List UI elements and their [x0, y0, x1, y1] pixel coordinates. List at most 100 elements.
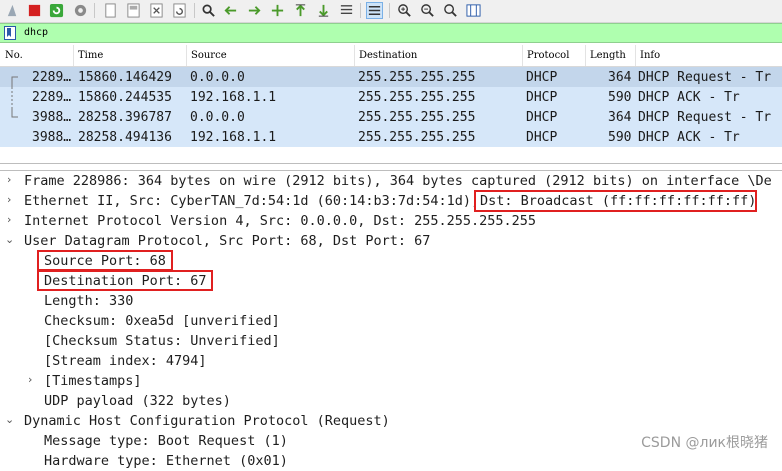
restart-capture-icon[interactable]: [48, 2, 65, 19]
tree-text-checksum: Checksum: 0xea5d [unverified]: [44, 313, 280, 329]
find-packet-icon[interactable]: [200, 2, 217, 19]
tree-row-checksum-status[interactable]: [Checksum Status: Unverified]: [0, 331, 782, 351]
expand-arrow-icon[interactable]: ›: [7, 173, 11, 186]
expand-arrow-icon[interactable]: ›: [28, 373, 32, 386]
cell-no: 2289…: [32, 90, 72, 105]
column-info[interactable]: Info: [640, 50, 660, 61]
packet-row[interactable]: 2289… 15860.244535 192.168.1.1 255.255.2…: [0, 87, 782, 107]
related-packet-icon: [11, 107, 18, 118]
tree-row-udp-payload[interactable]: UDP payload (322 bytes): [0, 391, 782, 411]
tree-text-timestamps: [Timestamps]: [44, 373, 142, 389]
cell-length: 364: [608, 70, 632, 85]
related-packet-icon: [11, 76, 18, 87]
cell-length: 590: [608, 90, 632, 105]
tree-text-ip: Internet Protocol Version 4, Src: 0.0.0.…: [24, 213, 537, 229]
go-last-icon[interactable]: [315, 2, 332, 19]
cell-source: 192.168.1.1: [190, 90, 277, 105]
cell-source: 192.168.1.1: [190, 130, 277, 145]
stop-capture-icon[interactable]: [26, 2, 43, 19]
save-file-icon[interactable]: [125, 2, 142, 19]
cell-protocol: DHCP: [526, 130, 558, 145]
column-destination[interactable]: Destination: [359, 50, 417, 61]
highlight-destination-port: [37, 270, 213, 291]
cell-info: DHCP ACK - Tr: [638, 90, 740, 105]
bookmark-icon[interactable]: [4, 26, 16, 40]
column-protocol[interactable]: Protocol: [527, 50, 569, 61]
open-file-icon[interactable]: [102, 2, 119, 19]
main-toolbar: [0, 0, 782, 23]
cell-time: 15860.244535: [78, 90, 172, 105]
display-filter-bar: dhcp: [0, 23, 782, 43]
go-to-packet-icon[interactable]: [269, 2, 286, 19]
tree-row-length[interactable]: Length: 330: [0, 291, 782, 311]
packet-details-tree: › Frame 228986: 364 bytes on wire (2912 …: [0, 170, 782, 469]
cell-destination: 255.255.255.255: [358, 90, 476, 105]
cell-time: 28258.494136: [78, 130, 172, 145]
tree-row-hardware-type[interactable]: Hardware type: Ethernet (0x01): [0, 451, 782, 471]
packet-list: No. Time Source Destination Protocol Len…: [0, 45, 782, 164]
cell-time: 15860.146429: [78, 70, 172, 85]
packet-row[interactable]: 3988… 28258.494136 192.168.1.1 255.255.2…: [0, 127, 782, 147]
cell-info: DHCP Request - Tr: [638, 110, 772, 125]
tree-row-dhcp[interactable]: ⌄ Dynamic Host Configuration Protocol (R…: [0, 411, 782, 431]
watermark: CSDN @лик根晓猪: [641, 435, 768, 451]
tree-text-udp-payload: UDP payload (322 bytes): [44, 393, 231, 409]
collapse-arrow-icon[interactable]: ⌄: [5, 413, 14, 426]
tree-text-dhcp: Dynamic Host Configuration Protocol (Req…: [24, 413, 390, 429]
highlight-source-port: [37, 250, 173, 271]
cell-no: 3988…: [32, 130, 72, 145]
zoom-in-icon[interactable]: [396, 2, 413, 19]
go-forward-icon[interactable]: [246, 2, 263, 19]
tree-text-udp: User Datagram Protocol, Src Port: 68, Ds…: [24, 233, 431, 249]
cell-destination: 255.255.255.255: [358, 130, 476, 145]
resize-columns-icon[interactable]: [465, 2, 482, 19]
column-time[interactable]: Time: [78, 50, 103, 61]
tree-row-frame[interactable]: › Frame 228986: 364 bytes on wire (2912 …: [0, 171, 782, 191]
related-packet-icon: [11, 87, 13, 107]
cell-no: 2289…: [32, 70, 72, 85]
expand-arrow-icon[interactable]: ›: [7, 193, 11, 206]
cell-destination: 255.255.255.255: [358, 70, 476, 85]
tree-text-hardware-type: Hardware type: Ethernet (0x01): [44, 453, 288, 469]
tree-text-checksum-status: [Checksum Status: Unverified]: [44, 333, 280, 349]
highlight-dst-broadcast: [474, 190, 757, 212]
cell-protocol: DHCP: [526, 70, 558, 85]
expand-arrow-icon[interactable]: ›: [7, 213, 11, 226]
shark-fin-icon[interactable]: [4, 2, 21, 19]
cell-info: DHCP ACK - Tr: [638, 130, 740, 145]
display-filter-input[interactable]: dhcp: [24, 27, 48, 38]
collapse-arrow-icon[interactable]: ⌄: [5, 233, 14, 246]
autoscroll-icon[interactable]: [338, 2, 355, 19]
tree-text-stream-index: [Stream index: 4794]: [44, 353, 207, 369]
zoom-out-icon[interactable]: [419, 2, 436, 19]
tree-row-timestamps[interactable]: › [Timestamps]: [0, 371, 782, 391]
cell-protocol: DHCP: [526, 110, 558, 125]
cell-source: 0.0.0.0: [190, 110, 245, 125]
column-length[interactable]: Length: [590, 50, 626, 61]
close-file-icon[interactable]: [148, 2, 165, 19]
tree-text-ethernet: Ethernet II, Src: CyberTAN_7d:54:1d (60:…: [24, 193, 480, 209]
normal-size-icon[interactable]: [442, 2, 459, 19]
column-source[interactable]: Source: [191, 50, 227, 61]
tree-row-stream-index[interactable]: [Stream index: 4794]: [0, 351, 782, 371]
cell-length: 364: [608, 110, 632, 125]
packet-list-header: No. Time Source Destination Protocol Len…: [0, 45, 782, 67]
cell-time: 28258.396787: [78, 110, 172, 125]
column-no[interactable]: No.: [5, 50, 23, 61]
cell-length: 590: [608, 130, 632, 145]
cell-no: 3988…: [32, 110, 72, 125]
go-back-icon[interactable]: [222, 2, 239, 19]
tree-row-checksum[interactable]: Checksum: 0xea5d [unverified]: [0, 311, 782, 331]
cell-source: 0.0.0.0: [190, 70, 245, 85]
cell-info: DHCP Request - Tr: [638, 70, 772, 85]
tree-text-frame: Frame 228986: 364 bytes on wire (2912 bi…: [24, 173, 772, 189]
packet-row[interactable]: 3988… 28258.396787 0.0.0.0 255.255.255.2…: [0, 107, 782, 127]
reload-file-icon[interactable]: [171, 2, 188, 19]
tree-row-udp[interactable]: ⌄ User Datagram Protocol, Src Port: 68, …: [0, 231, 782, 251]
packet-row[interactable]: 2289… 15860.146429 0.0.0.0 255.255.255.2…: [0, 67, 782, 87]
tree-row-ip[interactable]: › Internet Protocol Version 4, Src: 0.0.…: [0, 211, 782, 231]
cell-protocol: DHCP: [526, 90, 558, 105]
capture-options-icon[interactable]: [72, 2, 89, 19]
go-first-icon[interactable]: [292, 2, 309, 19]
colorize-icon[interactable]: [366, 2, 383, 19]
